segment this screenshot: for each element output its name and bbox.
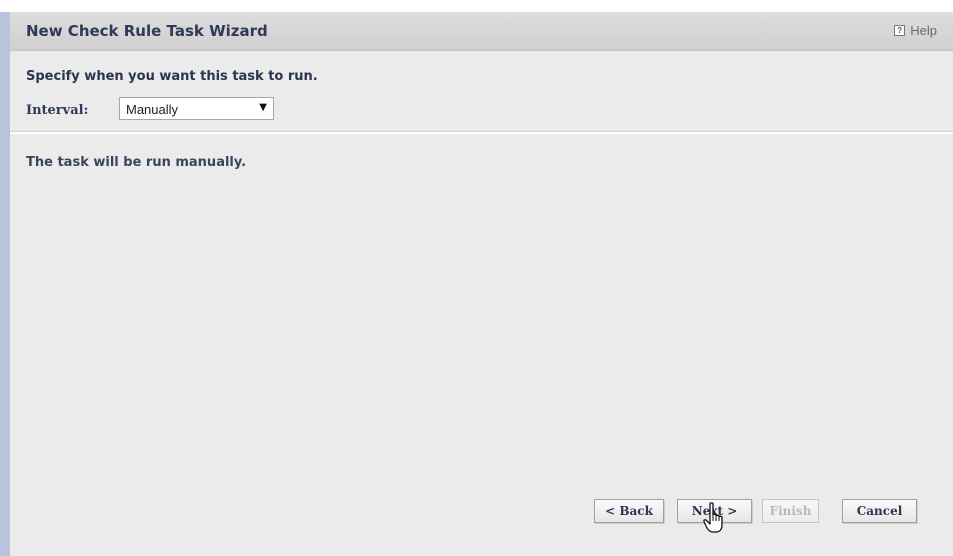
help-icon: ? <box>894 25 906 36</box>
instruction-text: Specify when you want this task to run. <box>26 69 318 84</box>
interval-label: Interval: <box>26 103 89 118</box>
section-divider <box>10 131 953 134</box>
help-label: Help <box>910 23 937 38</box>
wizard-title: New Check Rule Task Wizard <box>26 22 268 40</box>
cancel-button[interactable]: Cancel <box>842 499 917 523</box>
hand-pointer-icon <box>703 502 723 533</box>
interval-selected-value: Manually <box>126 102 179 117</box>
help-link[interactable]: ? Help <box>894 23 937 38</box>
finish-button[interactable]: Finish <box>762 499 819 523</box>
wizard-panel: New Check Rule Task Wizard ? Help Specif… <box>10 12 953 556</box>
left-accent-bar <box>0 12 10 556</box>
wizard-titlebar: New Check Rule Task Wizard ? Help <box>10 12 953 51</box>
clipped-caption-strip <box>0 0 953 12</box>
interval-select[interactable]: Manually ▼ <box>119 97 274 120</box>
chevron-down-icon: ▼ <box>259 102 267 113</box>
back-button[interactable]: < Back <box>594 499 664 523</box>
task-description: The task will be run manually. <box>26 155 247 170</box>
